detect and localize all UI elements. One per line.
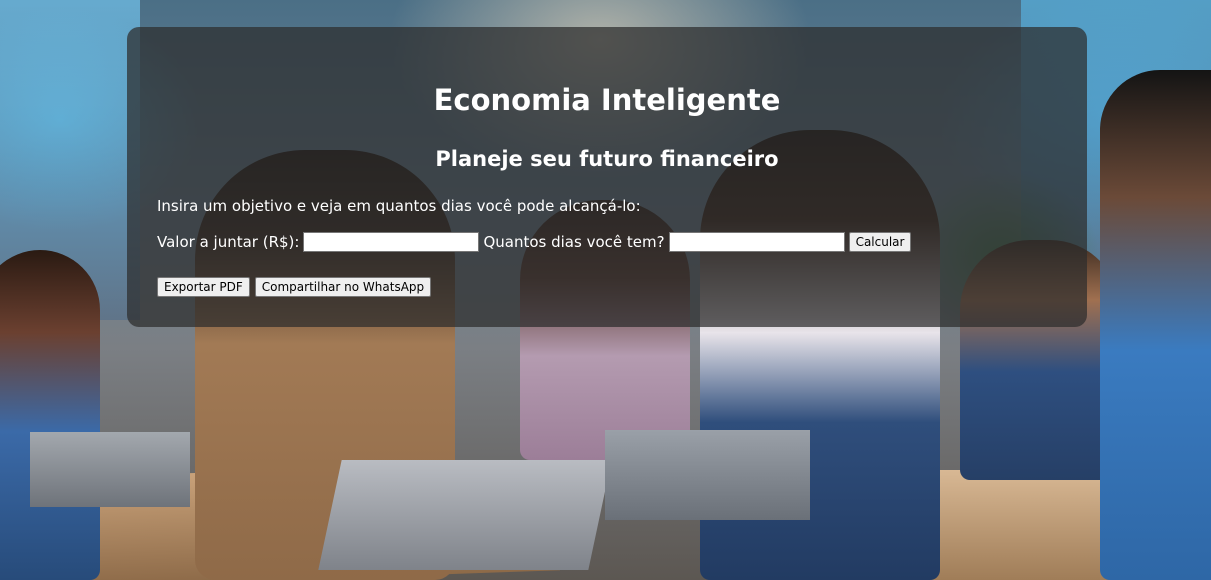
- person-far-right: [1100, 70, 1211, 580]
- person-left: [0, 250, 100, 580]
- laptop-right: [605, 430, 810, 520]
- days-label: Quantos dias você tem?: [483, 233, 665, 251]
- amount-input[interactable]: [303, 232, 480, 252]
- calculate-button[interactable]: Calcular: [848, 232, 912, 252]
- days-input[interactable]: [668, 232, 845, 252]
- export-pdf-button[interactable]: Exportar PDF: [157, 277, 250, 297]
- page-subtitle: Planeje seu futuro financeiro: [435, 147, 779, 171]
- amount-label: Valor a juntar (R$):: [157, 233, 300, 251]
- share-whatsapp-button[interactable]: Compartilhar no WhatsApp: [254, 277, 432, 297]
- page-title: Economia Inteligente: [433, 83, 781, 117]
- laptop-left: [30, 432, 190, 507]
- intro-text: Insira um objetivo e veja em quantos dia…: [157, 197, 641, 215]
- laptop-center: [318, 460, 612, 570]
- calculator-form: Valor a juntar (R$): Quantos dias você t…: [157, 232, 912, 252]
- action-buttons: Exportar PDF Compartilhar no WhatsApp: [157, 277, 432, 297]
- main-panel: Economia Inteligente Planeje seu futuro …: [127, 27, 1087, 327]
